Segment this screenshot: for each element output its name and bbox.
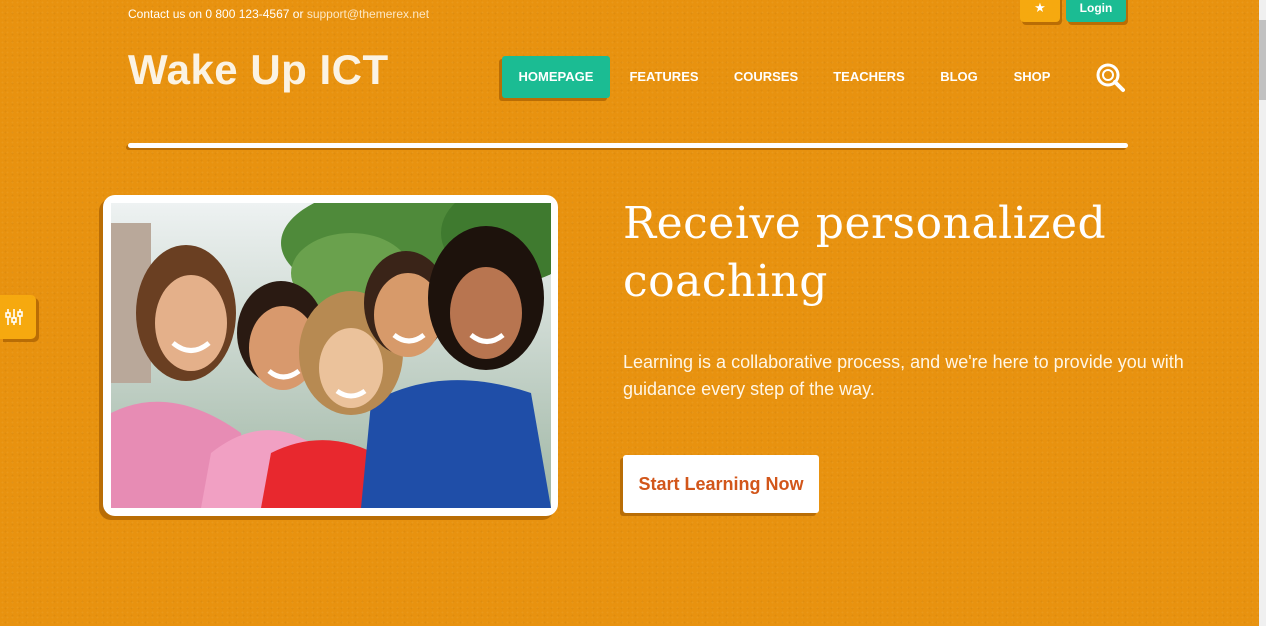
nav-item-teachers[interactable]: TEACHERS	[830, 56, 908, 98]
login-button[interactable]: Login	[1066, 0, 1126, 22]
star-icon: ★	[1034, 0, 1046, 15]
scrollbar-thumb[interactable]	[1259, 20, 1266, 100]
nav-item-features[interactable]: FEATURES	[626, 56, 702, 98]
hero-image-students	[111, 203, 551, 508]
search-icon[interactable]	[1096, 63, 1126, 93]
start-learning-button[interactable]: Start Learning Now	[623, 455, 819, 513]
nav-item-blog[interactable]: BLOG	[937, 56, 981, 98]
hero-image-frame	[103, 195, 558, 516]
contact-email-link[interactable]: support@themerex.net	[307, 7, 429, 21]
nav-item-homepage[interactable]: HOMEPAGE	[502, 56, 610, 98]
site-logo[interactable]: Wake Up ICT	[128, 46, 389, 94]
contact-info: Contact us on 0 800 123-4567 or support@…	[128, 7, 429, 21]
hero-headline: Receive personalized coaching	[623, 198, 1107, 307]
nav-item-shop[interactable]: SHOP	[1010, 56, 1054, 98]
hero-lead-text: Learning is a collaborative process, and…	[623, 352, 1184, 399]
scrollbar[interactable]	[1259, 0, 1266, 626]
nav-item-courses[interactable]: COURSES	[731, 56, 801, 98]
sliders-icon	[5, 309, 23, 325]
contact-phone-text: Contact us on 0 800 123-4567 or	[128, 7, 304, 21]
header-divider	[128, 143, 1128, 148]
settings-panel-toggle[interactable]	[0, 295, 36, 339]
favorites-button[interactable]: ★	[1020, 0, 1060, 22]
